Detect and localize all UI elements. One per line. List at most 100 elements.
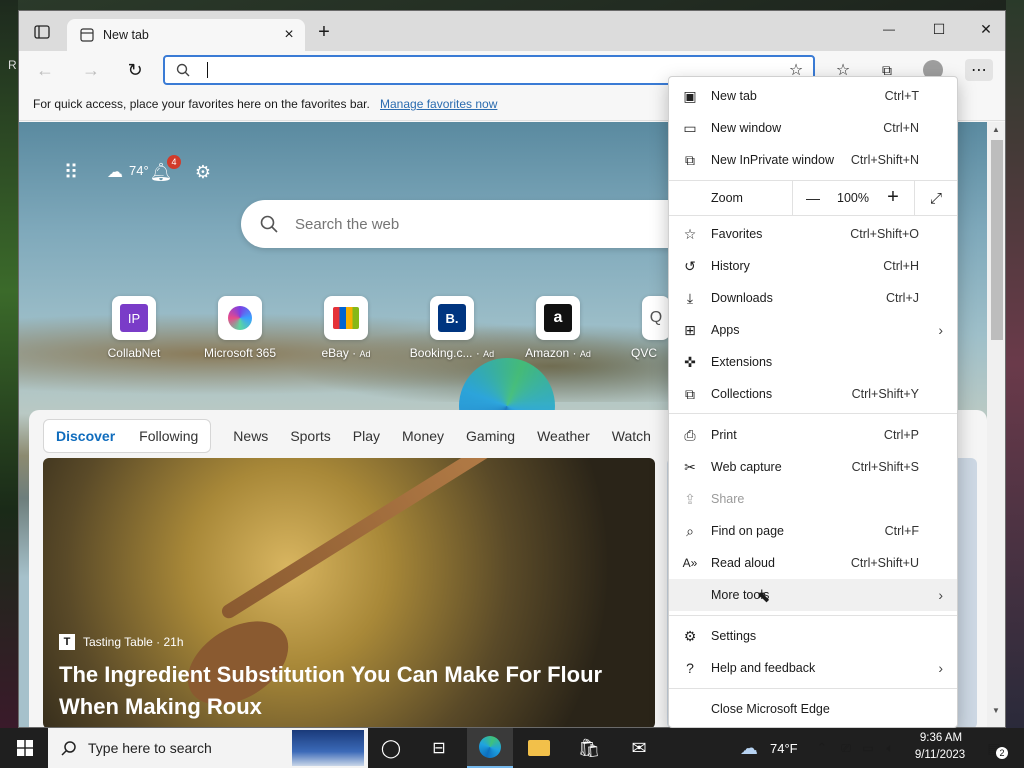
menu-item-find-on-page[interactable]: ⌕ Find on page Ctrl+F bbox=[669, 515, 957, 547]
quick-link-ebay[interactable] bbox=[324, 296, 368, 340]
taskbar-search-placeholder: Type here to search bbox=[88, 740, 212, 756]
tab-close-icon[interactable]: × bbox=[279, 25, 299, 45]
menu-item-history[interactable]: ↺ History Ctrl+H bbox=[669, 250, 957, 282]
windows-start-icon[interactable] bbox=[2, 728, 48, 768]
menu-item-more-tools[interactable]: More tools › ⬉ bbox=[669, 579, 957, 611]
history-clock-icon: ↺ bbox=[684, 257, 696, 274]
edge-taskbar-icon[interactable] bbox=[467, 728, 513, 768]
menu-item-extensions[interactable]: ✜ Extensions bbox=[669, 346, 957, 378]
menu-item-new-inprivate-window[interactable]: ⧉ New InPrivate window Ctrl+Shift+N bbox=[669, 144, 957, 176]
menu-item-collections[interactable]: ⧉ Collections Ctrl+Shift+Y bbox=[669, 378, 957, 410]
clock-time[interactable]: 9:36 AM bbox=[912, 732, 970, 744]
menu-item-print[interactable]: ⎙ Print Ctrl+P bbox=[669, 419, 957, 451]
tab-actions-icon[interactable] bbox=[31, 21, 53, 43]
minimize-button[interactable]: — bbox=[874, 15, 904, 43]
quick-link-qvc[interactable]: Q bbox=[642, 296, 670, 340]
menu-item-share: ⇪ Share bbox=[669, 483, 957, 515]
search-icon bbox=[175, 62, 191, 78]
file-explorer-icon[interactable] bbox=[516, 728, 562, 768]
feed-tab-news[interactable]: News bbox=[233, 428, 268, 444]
feed-tab-gaming[interactable]: Gaming bbox=[466, 428, 515, 444]
menu-item-web-capture[interactable]: ✂ Web capture Ctrl+Shift+S bbox=[669, 451, 957, 483]
quick-link-booking[interactable]: B. bbox=[430, 296, 474, 340]
zoom-divider bbox=[914, 181, 915, 215]
taskbar-weather-temp[interactable]: 74°F bbox=[770, 741, 798, 756]
booking-logo-icon: B. bbox=[438, 304, 466, 332]
microsoft-store-icon[interactable]: 🛍︎ bbox=[566, 728, 612, 768]
web-capture-icon: ✂ bbox=[684, 458, 696, 475]
menu-item-favorites[interactable]: ☆ Favorites Ctrl+Shift+O bbox=[669, 218, 957, 250]
menu-item-help-and-feedback[interactable]: ? Help and feedback › bbox=[669, 652, 957, 684]
volume-icon[interactable]: 🔈︎ bbox=[882, 739, 898, 757]
menu-item-new-window[interactable]: ▭ New window Ctrl+N bbox=[669, 112, 957, 144]
fullscreen-icon[interactable]: ⤢ bbox=[925, 187, 947, 209]
menu-separator bbox=[669, 413, 957, 414]
tab-discover[interactable]: Discover bbox=[56, 428, 115, 444]
card-headline-line1[interactable]: The Ingredient Substitution You Can Make… bbox=[59, 662, 602, 688]
close-window-button[interactable]: ✕ bbox=[971, 15, 1001, 43]
weather-temperature[interactable]: 74° bbox=[129, 163, 149, 178]
back-arrow-icon[interactable]: ← bbox=[33, 59, 57, 81]
page-settings-gear-icon[interactable]: ⚙ bbox=[191, 160, 215, 184]
card-headline-line2[interactable]: When Making Roux bbox=[59, 694, 262, 720]
chevron-right-icon: › bbox=[938, 322, 943, 338]
task-view-icon[interactable]: ◯ bbox=[368, 728, 414, 768]
quick-link-microsoft-365[interactable] bbox=[218, 296, 262, 340]
quick-link-amazon[interactable]: a bbox=[536, 296, 580, 340]
feed-toggle: Discover Following bbox=[43, 419, 212, 453]
tab-following[interactable]: Following bbox=[139, 428, 198, 444]
menu-item-read-aloud[interactable]: A» Read aloud Ctrl+Shift+U bbox=[669, 547, 957, 579]
card-image-spoon-handle bbox=[219, 458, 617, 621]
weather-cloud-icon[interactable]: ☁ bbox=[736, 738, 762, 758]
search-icon bbox=[259, 214, 279, 234]
settings-more-icon[interactable]: ⋯ bbox=[965, 59, 993, 81]
feed-tab-watch[interactable]: Watch bbox=[612, 428, 651, 444]
menu-item-new-tab[interactable]: ▣ New tab Ctrl+T bbox=[669, 80, 957, 112]
refresh-icon[interactable]: ↻ bbox=[123, 59, 147, 81]
weather-cloud-icon[interactable]: ☁ bbox=[103, 160, 127, 184]
zoom-out-button[interactable]: — bbox=[801, 187, 825, 209]
network-icon[interactable]: ⎚ bbox=[838, 739, 854, 757]
manage-favorites-link[interactable]: Manage favorites now bbox=[380, 97, 497, 111]
scrollbar-thumb[interactable] bbox=[991, 140, 1003, 340]
zoom-in-button[interactable]: + bbox=[881, 186, 905, 208]
new-tab-icon: ▣ bbox=[683, 87, 697, 104]
taskbar-search-box[interactable]: Type here to search bbox=[48, 728, 368, 768]
vertical-scrollbar[interactable]: ▲ ▼ bbox=[987, 122, 1005, 727]
maximize-button[interactable]: ☐ bbox=[924, 15, 954, 43]
scroll-up-arrow-icon[interactable]: ▲ bbox=[992, 125, 1000, 134]
forward-arrow-icon[interactable]: → bbox=[79, 59, 103, 81]
feed-tab-play[interactable]: Play bbox=[353, 428, 380, 444]
find-on-page-icon: ⌕ bbox=[686, 522, 694, 539]
scroll-down-arrow-icon[interactable]: ▼ bbox=[992, 706, 1000, 715]
extensions-puzzle-icon: ✜ bbox=[684, 353, 696, 370]
web-search-input[interactable] bbox=[295, 212, 675, 236]
read-aloud-icon: A» bbox=[682, 556, 698, 570]
web-search-box[interactable] bbox=[241, 200, 701, 248]
menu-item-zoom: Zoom — 100% + ⤢ bbox=[669, 181, 957, 215]
new-tab-button[interactable]: + bbox=[313, 21, 335, 43]
feed-tab-weather[interactable]: Weather bbox=[537, 428, 590, 444]
edge-logo-icon bbox=[479, 736, 501, 758]
chevron-up-icon[interactable]: ⌃ bbox=[814, 739, 830, 757]
quick-link-label: Microsoft 365 bbox=[203, 346, 277, 360]
menu-item-apps[interactable]: ⊞ Apps › bbox=[669, 314, 957, 346]
amazon-logo-icon: a bbox=[544, 304, 572, 332]
monitor-icon[interactable]: ▭ bbox=[860, 739, 876, 757]
search-icon bbox=[60, 739, 78, 757]
widgets-icon[interactable]: ⊟ bbox=[416, 728, 462, 768]
menu-item-close-edge[interactable]: Close Microsoft Edge bbox=[669, 693, 957, 725]
quick-link-collabnet[interactable]: IP bbox=[112, 296, 156, 340]
clock-date[interactable]: 9/11/2023 bbox=[906, 749, 974, 761]
favorites-bar-message: For quick access, place your favorites h… bbox=[33, 97, 370, 111]
mail-icon[interactable]: ✉ bbox=[616, 728, 662, 768]
share-icon: ⇪ bbox=[684, 490, 696, 507]
feed-tab-sports[interactable]: Sports bbox=[290, 428, 330, 444]
app-launcher-icon[interactable]: ⠿ bbox=[59, 160, 83, 184]
feed-tab-money[interactable]: Money bbox=[402, 428, 444, 444]
collabnet-logo-icon: IP bbox=[120, 304, 148, 332]
tab-new-tab[interactable]: New tab × bbox=[67, 19, 305, 51]
news-card[interactable]: T Tasting Table · 21h The Ingredient Sub… bbox=[43, 458, 655, 727]
menu-item-downloads[interactable]: ⤓ Downloads Ctrl+J bbox=[669, 282, 957, 314]
menu-item-settings[interactable]: ⚙ Settings bbox=[669, 620, 957, 652]
